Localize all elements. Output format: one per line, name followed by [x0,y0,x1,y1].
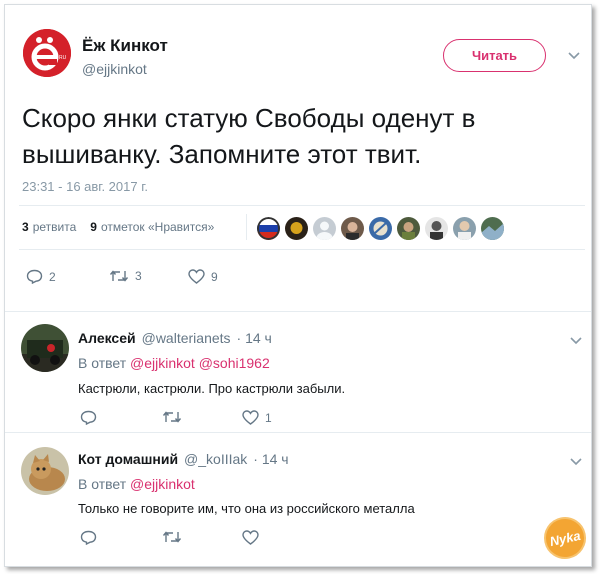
retweet-action[interactable]: 3 [109,269,142,283]
chevron-down-icon[interactable] [570,455,582,469]
reply-icon [26,269,43,284]
retweets-count[interactable]: 3 [22,220,29,234]
divider [19,249,585,250]
in-reply-to: В ответ @ejjkinkot @sohi1962 [78,355,270,371]
reply-header: Алексей @walterianets · 14 ч [78,330,272,346]
chevron-down-icon[interactable] [568,49,580,63]
retweets-label[interactable]: ретвита [33,220,77,234]
svg-text:RU: RU [59,55,67,61]
mention-link[interactable]: @ejjkinkot [130,355,195,371]
retweet-icon [109,270,129,282]
in-reply-prefix: В ответ [78,355,127,371]
reply-text: Кастрюли, кастрюли. Про кастрюли забыли. [78,381,346,396]
liker-avatar[interactable] [369,217,392,240]
divider [19,205,585,206]
tweet-timestamp[interactable]: 23:31 - 16 авг. 2017 г. [22,179,148,194]
yo-logo-icon: RU [23,29,71,77]
like-action[interactable] [242,530,265,545]
reply-avatar[interactable] [21,447,69,495]
like-action[interactable]: 1 [242,410,272,425]
tweet-text: Скоро янки статую Свободы оденут в вышив… [22,103,476,169]
liker-avatar[interactable] [481,217,504,240]
mention-link[interactable]: @sohi1962 [199,355,270,371]
liker-avatar[interactable] [313,217,336,240]
retweet-icon [162,531,182,543]
in-reply-prefix: В ответ [78,476,127,492]
author-handle[interactable]: @ejjkinkot [82,61,147,77]
author-name[interactable]: Ёж Кинкот [82,36,168,56]
reply-author-handle[interactable]: @walterianets [142,330,231,346]
reply-author-handle[interactable]: @_koIIIak [184,451,247,467]
reply-action[interactable] [80,530,103,545]
reply-author-name[interactable]: Алексей [78,330,136,346]
reply-time[interactable]: · 14 ч [237,330,272,346]
liker-avatar[interactable] [341,217,364,240]
heart-icon [242,410,259,425]
tweet-card: RU Ёж Кинкот @ejjkinkot Читать Скоро янк… [4,4,592,567]
like-count: 9 [211,269,218,284]
reply-tweet[interactable]: Алексей @walterianets · 14 ч В ответ @ej… [5,312,591,432]
retweet-count: 3 [135,269,142,283]
reply-text: Только не говорите им, что она из россий… [78,501,415,516]
like-count: 1 [265,410,272,425]
likers-avatars [257,217,504,240]
follow-button[interactable]: Читать [443,39,546,72]
chevron-down-icon[interactable] [570,334,582,348]
retweet-icon [162,411,182,423]
mention-link[interactable]: @ejjkinkot [130,476,195,492]
author-avatar[interactable]: RU [23,29,71,77]
liker-avatar[interactable] [257,217,280,240]
reply-action[interactable]: 2 [26,269,56,284]
heart-icon [188,269,205,284]
likes-label[interactable]: отметок «Нравится» [101,220,214,234]
reply-time[interactable]: · 14 ч [253,451,288,467]
reply-count: 2 [49,269,56,284]
liker-avatar[interactable] [453,217,476,240]
in-reply-to: В ответ @ejjkinkot [78,476,195,492]
reply-avatar[interactable] [21,324,69,372]
likes-count[interactable]: 9 [90,220,97,234]
liker-avatar[interactable] [285,217,308,240]
retweet-action[interactable] [162,410,188,424]
reply-header: Кот домашний @_koIIIak · 14 ч [78,451,289,467]
liker-avatar[interactable] [425,217,448,240]
like-action[interactable]: 9 [188,269,218,284]
heart-icon [242,530,259,545]
reply-tweet[interactable]: Кот домашний @_koIIIak · 14 ч В ответ @e… [5,433,591,566]
liker-avatar[interactable] [397,217,420,240]
stats-divider [246,214,247,240]
reply-icon [80,410,97,425]
reply-icon [80,530,97,545]
retweet-action[interactable] [162,530,188,544]
reply-author-name[interactable]: Кот домашний [78,451,178,467]
reply-action[interactable] [80,410,103,425]
tweet-stats: 3 ретвита 9 отметок «Нравится» [22,220,214,234]
